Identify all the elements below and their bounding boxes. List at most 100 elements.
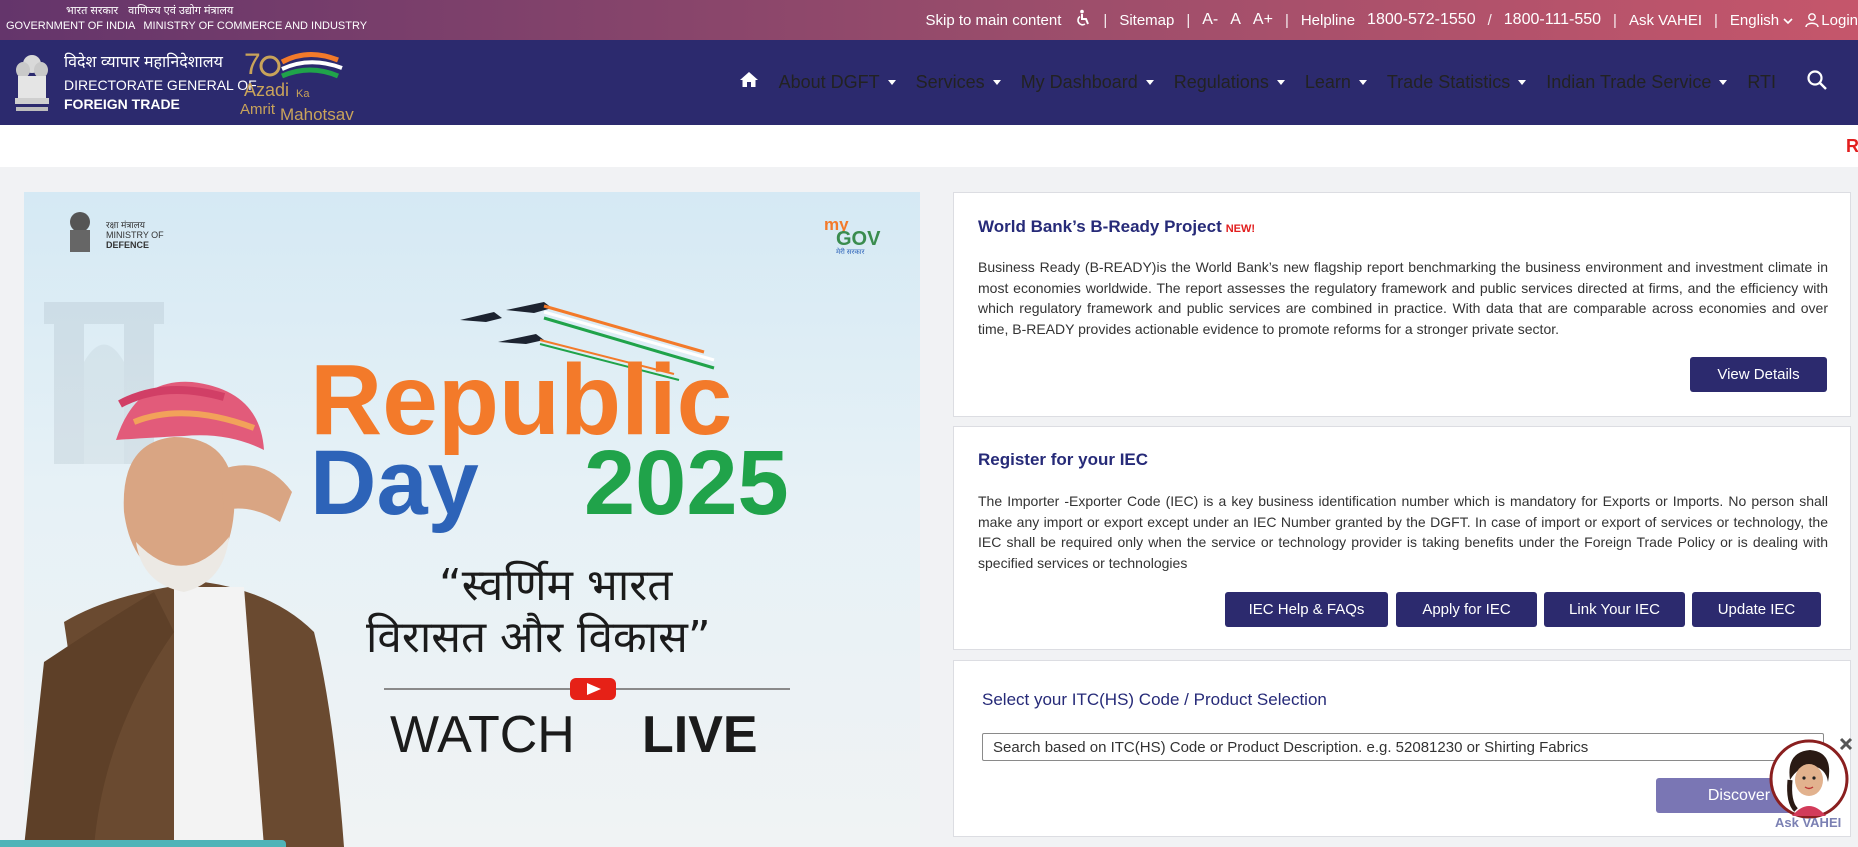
news-ticker: R (0, 125, 1858, 167)
ministry-hindi: रक्षा मंत्रालय (106, 220, 146, 230)
banner-slogan-line-1: “स्वर्णिम भारत (439, 560, 673, 611)
national-emblem-icon (15, 55, 49, 111)
nav-label: About DGFT (778, 72, 880, 92)
separator: | (1714, 11, 1718, 29)
sitemap-link[interactable]: Sitemap (1119, 12, 1174, 29)
iec-help-faqs-button[interactable]: IEC Help & FAQs (1225, 592, 1388, 627)
nav-indian-trade-service[interactable]: Indian Trade Service (1546, 72, 1728, 93)
ministry-en-2: DEFENCE (106, 240, 149, 250)
caret-down-icon (992, 80, 1001, 85)
itc-hs-title: Select your ITC(HS) Code / Product Selec… (982, 690, 1327, 709)
separator: / (1487, 11, 1492, 29)
separator: | (1186, 11, 1191, 29)
azadi-ka-amrit-mahotsav-logo: 7 Azadi Ka Amrit Mahotsav (240, 48, 354, 122)
ministry-hindi-label: वाणिज्य एवं उद्योग मंत्रालय (128, 5, 234, 17)
apply-for-iec-button[interactable]: Apply for IEC (1396, 592, 1537, 627)
top-utility-bar: भारत सरकार वाणिज्य एवं उद्योग मंत्रालय GO… (0, 0, 1858, 40)
banner-title-day: Day (310, 432, 479, 534)
itc-hs-search-card: Select your ITC(HS) Code / Product Selec… (953, 660, 1851, 837)
nav-label: Learn (1304, 72, 1351, 92)
chevron-down-icon (1783, 17, 1793, 24)
banner-slogan-line-2: विरासत और विकास” (366, 612, 711, 663)
mygov-logo-3: मेरी सरकार (836, 247, 865, 256)
home-icon (739, 72, 758, 87)
nav-services[interactable]: Services (916, 72, 1001, 93)
helpline-number-1[interactable]: 1800-572-1550 (1367, 11, 1476, 29)
azadi-text-1: Azadi (244, 80, 289, 100)
nav-label: Services (915, 72, 985, 92)
accessibility-icon[interactable] (1073, 9, 1091, 31)
user-icon (1805, 13, 1819, 28)
login-button[interactable]: Login (1805, 12, 1858, 29)
separator: | (1103, 11, 1108, 29)
font-increase-button[interactable]: A+ (1253, 11, 1273, 29)
helpline-label: Helpline (1300, 11, 1356, 29)
nav-menu: About DGFT Services My Dashboard Regulat… (739, 40, 1828, 125)
b-ready-description: Business Ready (B-READY)is the World Ban… (978, 259, 1828, 337)
azadi-text-2: Ka (296, 88, 310, 100)
nav-label: Regulations (1173, 72, 1269, 92)
login-label: Login (1821, 11, 1858, 29)
font-decrease-button[interactable]: A- (1202, 11, 1218, 29)
home-link[interactable] (739, 70, 759, 95)
caret-down-icon (1145, 80, 1154, 85)
gov-hindi-label: भारत सरकार (66, 5, 119, 17)
youtube-play-icon (570, 678, 616, 700)
helpline-number-2[interactable]: 1800-111-550 (1504, 11, 1601, 29)
font-normal-button[interactable]: A (1230, 11, 1241, 29)
gov-english-label: GOVERNMENT OF INDIA (6, 20, 136, 32)
caret-down-icon (887, 80, 896, 85)
nav-label: My Dashboard (1020, 72, 1138, 92)
banner-title-year: 2025 (584, 432, 789, 534)
search-icon[interactable] (1806, 69, 1828, 96)
caret-down-icon (1719, 80, 1728, 85)
language-select[interactable]: English (1730, 12, 1793, 29)
brand-hindi-name: विदेश व्यापार महानिदेशालय (64, 54, 223, 71)
ask-vahei-link[interactable]: Ask VAHEI (1629, 12, 1702, 29)
skip-to-main-link[interactable]: Skip to main content (925, 12, 1061, 29)
caret-down-icon (1276, 80, 1285, 85)
nav-trade-statistics[interactable]: Trade Statistics (1386, 72, 1527, 93)
new-badge: NEW! (1225, 223, 1256, 235)
ministry-en-1: MINISTRY OF (106, 230, 164, 240)
ask-vahei-label[interactable]: Ask VAHEI (1775, 815, 1841, 830)
iec-card: Register for your IEC The Importer -Expo… (953, 426, 1851, 650)
b-ready-title-text: World Bank’s B-Ready Project (978, 217, 1222, 236)
hero-banner[interactable]: रक्षा मंत्रालय MINISTRY OF DEFENCE my GO… (24, 192, 920, 847)
iec-title: Register for your IEC (978, 450, 1149, 469)
language-label: English (1729, 11, 1780, 29)
nav-learn[interactable]: Learn (1305, 72, 1367, 93)
nav-rti[interactable]: RTI (1747, 72, 1776, 93)
iec-description: The Importer -Exporter Code (IEC) is a k… (978, 493, 1828, 571)
caret-down-icon (1358, 80, 1367, 85)
nav-about-dgft[interactable]: About DGFT (779, 72, 896, 93)
azadi-text-4: Mahotsav (280, 105, 354, 122)
nav-regulations[interactable]: Regulations (1174, 72, 1285, 93)
nav-label: Trade Statistics (1386, 72, 1511, 92)
mygov-logo-2: GOV (836, 228, 881, 250)
feedback-tab[interactable] (0, 840, 286, 847)
ministry-english-label: MINISTRY OF COMMERCE AND INDUSTRY (143, 20, 368, 32)
b-ready-title: World Bank’s B-Ready Project NEW! (978, 217, 1255, 237)
svg-text:7: 7 (244, 48, 261, 81)
ministry-of-defence-logo (70, 212, 90, 252)
itc-hs-search-input[interactable]: Search based on ITC(HS) Code or Product … (982, 733, 1824, 761)
view-details-button[interactable]: View Details (1690, 357, 1827, 392)
banner-watch-text: WATCH (390, 706, 575, 764)
link-your-iec-button[interactable]: Link Your IEC (1544, 592, 1685, 627)
separator: | (1613, 11, 1617, 29)
nav-label: Indian Trade Service (1546, 72, 1712, 92)
b-ready-card: World Bank’s B-Ready Project NEW! Busines… (953, 192, 1851, 417)
dgft-brand[interactable]: विदेश व्यापार महानिदेशालय DIRECTORATE GE… (64, 53, 257, 114)
separator: | (1284, 11, 1289, 29)
india-gate-silhouette (44, 302, 164, 464)
nav-my-dashboard[interactable]: My Dashboard (1021, 72, 1154, 93)
update-iec-button[interactable]: Update IEC (1692, 592, 1821, 627)
news-ticker-text[interactable]: R (1846, 136, 1858, 157)
close-icon[interactable] (1838, 736, 1854, 752)
caret-down-icon (1518, 80, 1527, 85)
brand-english-name-2: FOREIGN TRADE (64, 96, 180, 112)
government-label: भारत सरकार वाणिज्य एवं उद्योग मंत्रालय GO… (6, 4, 375, 34)
azadi-text-3: Amrit (240, 101, 276, 118)
banner-live-text: LIVE (642, 706, 758, 764)
